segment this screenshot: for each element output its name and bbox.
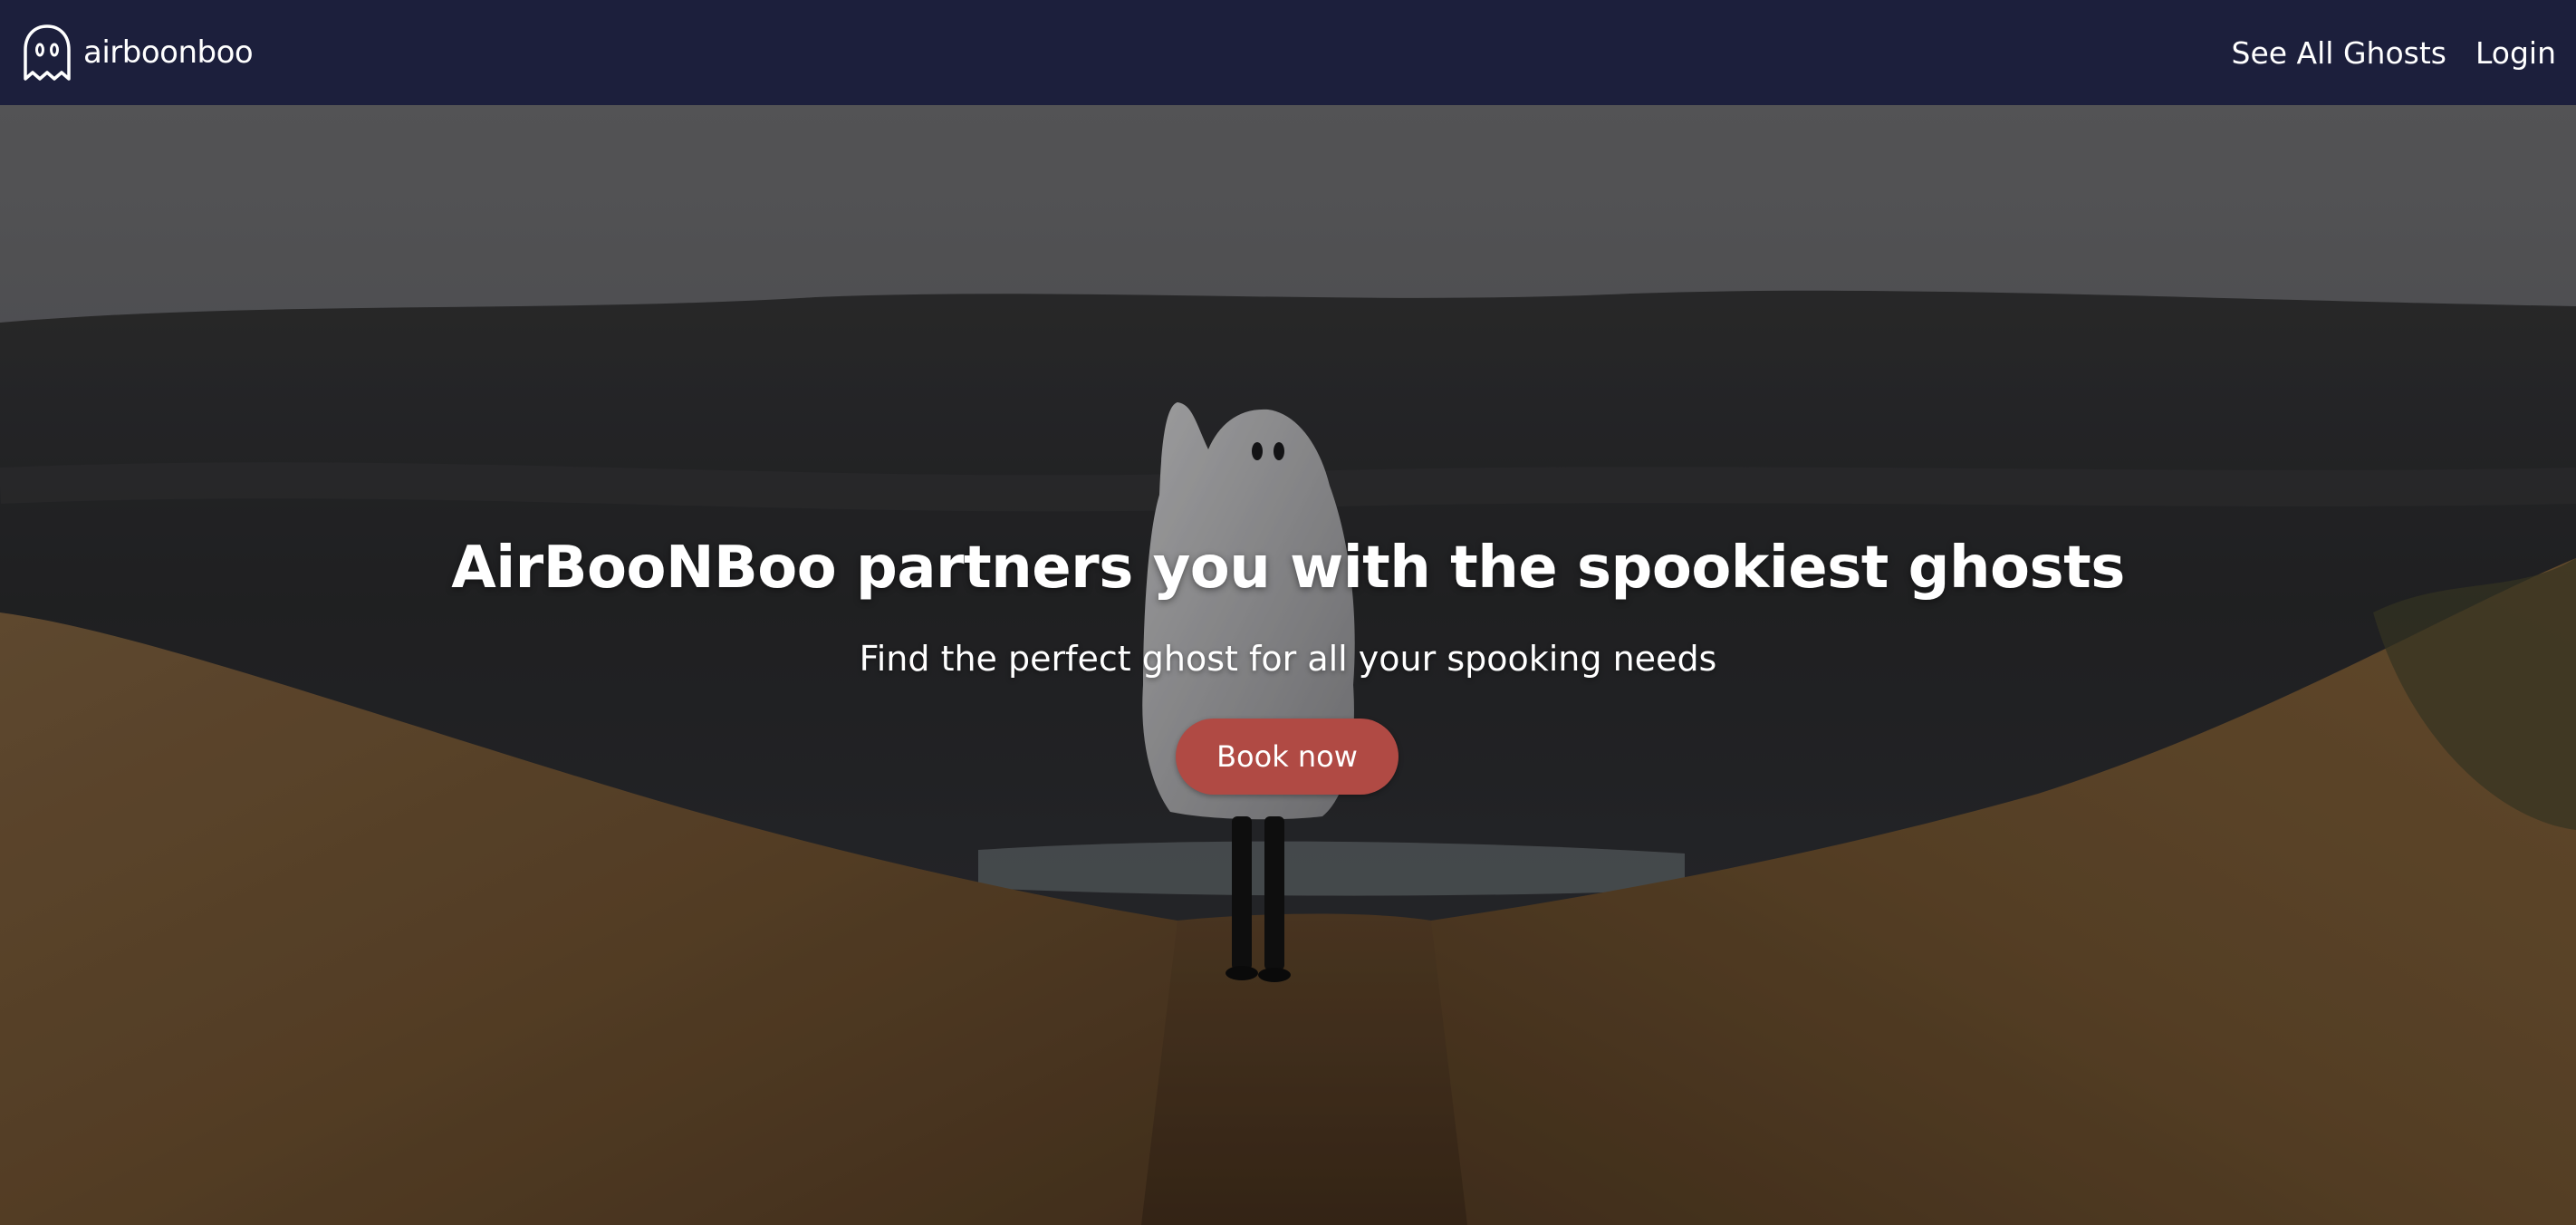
nav-login-link[interactable]: Login	[2475, 35, 2556, 71]
nav-links: See All Ghosts Login	[2232, 35, 2556, 71]
nav-see-all-ghosts-link[interactable]: See All Ghosts	[2232, 35, 2446, 71]
navbar: airboonboo See All Ghosts Login	[0, 0, 2576, 105]
hero-title: AirBooNBoo partners you with the spookie…	[451, 535, 2125, 602]
book-now-button[interactable]: Book now	[1176, 719, 1399, 795]
hero-section: AirBooNBoo partners you with the spookie…	[0, 105, 2576, 1225]
ghost-icon	[24, 24, 71, 81]
hero-subtitle: Find the perfect ghost for all your spoo…	[859, 639, 1717, 679]
brand-name: airboonboo	[83, 34, 254, 71]
brand-home-link[interactable]: airboonboo	[20, 23, 254, 82]
hero-content: AirBooNBoo partners you with the spookie…	[0, 105, 2576, 1225]
